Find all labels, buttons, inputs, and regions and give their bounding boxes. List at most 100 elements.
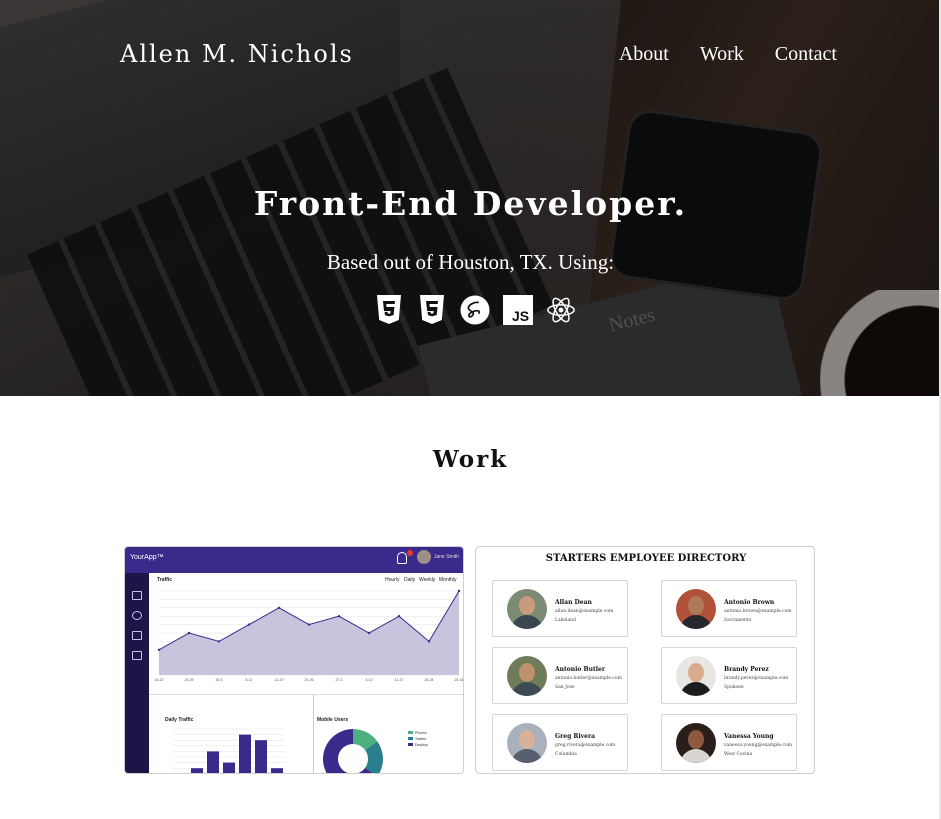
project-card-employee-directory[interactable]: STARTERS EMPLOYEE DIRECTORY Allan Dean a… — [475, 546, 815, 774]
employee-city: Spokane — [724, 685, 744, 690]
traffic-tick-label: 6-12 — [245, 678, 252, 682]
javascript-icon: JS — [503, 294, 533, 326]
daily-bar — [207, 751, 219, 773]
top-nav: Allen M. Nichols About Work Contact — [0, 0, 941, 110]
nav-link-about[interactable]: About — [619, 43, 669, 66]
employee-name: Antonio Butler — [555, 666, 605, 673]
employee-card: Antonio Brown antonio.brown@example.com … — [661, 580, 797, 637]
users-icon — [132, 611, 142, 620]
daily-bar — [255, 740, 267, 773]
traffic-tick-label: 27-3 — [335, 678, 342, 682]
dashboard-user: Jane Smith — [433, 554, 459, 560]
dashboard-header: YourApp™ Jane Smith — [125, 547, 463, 573]
employee-photo — [507, 723, 547, 763]
employee-photo — [507, 656, 547, 696]
employee-name: Allan Dean — [555, 599, 592, 606]
site-brand[interactable]: Allen M. Nichols — [120, 40, 354, 68]
employee-email: brandy.perez@example.com — [724, 676, 789, 681]
hero-title: Front-End Developer. — [253, 184, 688, 223]
traffic-point — [427, 640, 431, 643]
dashboard-logo: YourApp™ — [130, 554, 164, 561]
traffic-point — [307, 623, 311, 626]
settings-icon — [132, 651, 142, 660]
traffic-tick-label: 18-24 — [425, 678, 434, 682]
employee-name: Greg Rivera — [555, 733, 596, 740]
hero-subtitle: Based out of Houston, TX. Using: — [326, 250, 615, 274]
employee-city: Lakeland — [555, 618, 576, 623]
dashboard-main: Traffic Hourly Daily Weekly Monthly 16-2… — [149, 573, 464, 773]
employee-photo — [676, 723, 716, 763]
daily-traffic-label: Daily Traffic — [165, 717, 194, 723]
traffic-tick-label: 13-19 — [275, 678, 284, 682]
dashboard-icon — [132, 591, 142, 600]
mobile-users-label: Mobile Users — [317, 717, 349, 723]
traffic-point — [457, 589, 461, 593]
nav-link-work[interactable]: Work — [700, 43, 744, 66]
chart-icon — [132, 631, 142, 640]
notification-dot — [407, 550, 413, 556]
react-icon — [546, 294, 576, 326]
tech-icon-row: JS — [374, 294, 576, 326]
traffic-tick-label: 30-5 — [215, 678, 222, 682]
traffic-point — [217, 640, 221, 643]
svg-text:JS: JS — [512, 308, 529, 324]
dashboard-divider — [149, 694, 463, 695]
directory-heading: STARTERS EMPLOYEE DIRECTORY — [545, 553, 747, 564]
daily-bar-chart: SMTWTFS — [173, 728, 285, 773]
traffic-line-chart: 16-22 23-29 30-5 6-12 13-19 20-26 27-3 4-10 11-1… — [155, 589, 464, 682]
traffic-tick-label: 20-26 — [305, 678, 314, 682]
legend-label: Tablets — [415, 737, 426, 741]
employee-card: Allan Dean allan.dean@example.com Lakela… — [492, 580, 628, 637]
css3-icon — [417, 294, 447, 326]
hero-section: Notes Allen M. Nichols About Work Contac… — [0, 0, 941, 396]
traffic-point — [367, 631, 371, 635]
traffic-point — [337, 615, 341, 618]
dashboard-sidebar — [125, 573, 149, 773]
employee-photo — [676, 656, 716, 696]
employee-name: Brandy Perez — [724, 666, 769, 673]
bell-icon — [397, 552, 407, 564]
legend-swatch — [408, 731, 413, 734]
employee-name: Antonio Brown — [724, 599, 775, 606]
employee-email: antonio.butler@example.com — [555, 676, 622, 681]
legend-swatch — [408, 737, 413, 740]
traffic-tick-label: 23-29 — [185, 678, 194, 682]
employee-city: West Covina — [724, 752, 753, 757]
nav-menu: About Work Contact — [619, 43, 837, 66]
html5-icon — [374, 294, 404, 326]
traffic-tick-label: 25-31 — [455, 678, 464, 682]
daily-bar — [191, 768, 203, 773]
sass-icon — [460, 294, 490, 326]
traffic-point — [277, 606, 281, 609]
avatar — [417, 550, 431, 564]
traffic-tick-label: 11-17 — [395, 678, 404, 682]
project-card-dashboard[interactable]: YourApp™ Jane Smith Traffic Hourly Daily… — [124, 546, 464, 774]
traffic-point — [247, 623, 251, 626]
legend-swatch — [408, 743, 413, 746]
employee-card: Antonio Butler antonio.butler@example.co… — [492, 647, 628, 704]
daily-bar — [223, 762, 235, 773]
employee-photo — [676, 589, 716, 629]
employee-card: Greg Rivera greg.rivera@example.com Colu… — [492, 714, 628, 771]
employee-card: Brandy Perez brandy.perez@example.com Sp… — [661, 647, 797, 704]
traffic-tick-label: 4-10 — [365, 678, 372, 682]
work-section-title: Work — [432, 446, 509, 473]
employee-city: Sacramento — [724, 618, 752, 623]
traffic-point — [397, 615, 401, 618]
mobile-donut-chart: Phones Tablets Desktop — [323, 729, 428, 773]
employee-email: antonio.brown@example.com — [724, 609, 792, 614]
employee-email: vanessa.young@example.com — [724, 743, 793, 748]
traffic-tick-label: 16-22 — [155, 678, 164, 682]
employee-city: Columbia — [555, 752, 577, 757]
employee-photo — [507, 589, 547, 629]
daily-bar — [271, 768, 283, 773]
legend-label: Phones — [415, 731, 427, 735]
employee-email: greg.rivera@example.com — [555, 743, 616, 748]
employee-city: San Jose — [555, 685, 575, 690]
employee-email: allan.dean@example.com — [555, 609, 614, 614]
nav-link-contact[interactable]: Contact — [775, 43, 837, 66]
daily-bar — [239, 734, 251, 773]
traffic-point — [187, 631, 191, 635]
employee-name: Vanessa Young — [724, 733, 774, 740]
legend-label: Desktop — [415, 743, 428, 747]
